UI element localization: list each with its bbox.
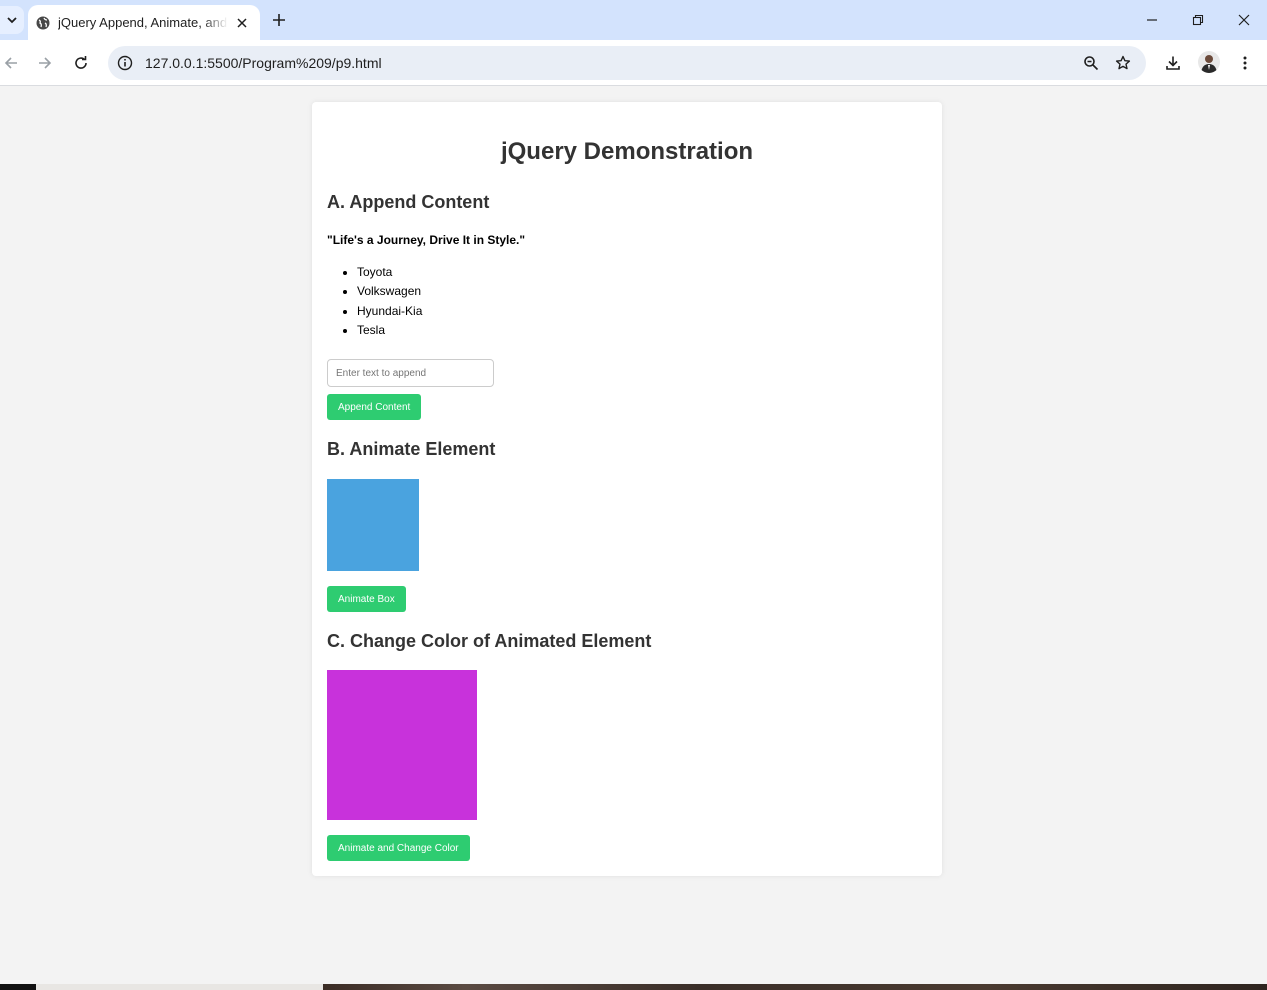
close-icon — [1238, 14, 1250, 26]
color-changing-box — [327, 670, 477, 820]
downloads-button[interactable] — [1162, 52, 1184, 74]
list-item: Tesla — [357, 321, 422, 340]
tab-search-button[interactable] — [0, 6, 24, 34]
site-info-icon[interactable] — [116, 54, 134, 72]
close-tab-icon[interactable] — [234, 15, 250, 31]
url-text: 127.0.0.1:5500/Program%209/p9.html — [145, 55, 382, 71]
section-c-heading: C. Change Color of Animated Element — [327, 631, 652, 651]
tab-strip: jQuery Append, Animate, and Change Color — [0, 0, 1267, 40]
more-vertical-icon — [1243, 56, 1247, 70]
chevron-down-icon — [7, 17, 17, 24]
globe-icon — [36, 16, 50, 30]
taskbar — [0, 984, 1267, 990]
list-item: Toyota — [357, 263, 422, 282]
animate-box-button[interactable]: Animate Box — [327, 586, 406, 612]
restore-button[interactable] — [1188, 10, 1208, 30]
address-bar[interactable]: 127.0.0.1:5500/Program%209/p9.html — [108, 46, 1146, 80]
list-item: Hyundai-Kia — [357, 302, 422, 321]
taskbar-segment — [323, 984, 1267, 990]
arrow-right-icon — [39, 57, 52, 69]
append-content-button[interactable]: Append Content — [327, 394, 422, 420]
restore-icon — [1192, 14, 1204, 26]
reload-button[interactable] — [70, 52, 92, 74]
browser-toolbar: 127.0.0.1:5500/Program%209/p9.html — [0, 40, 1267, 86]
minimize-button[interactable] — [1142, 10, 1162, 30]
taskbar-segment — [36, 984, 323, 990]
taskbar-segment — [0, 984, 36, 990]
append-text-input[interactable] — [327, 359, 494, 387]
minimize-icon — [1147, 19, 1157, 21]
reload-icon — [75, 56, 87, 69]
download-icon — [1166, 56, 1180, 70]
page-viewport: jQuery Demonstration A. Append Content "… — [0, 87, 1267, 984]
demo-container: jQuery Demonstration A. Append Content "… — [312, 102, 942, 876]
page-title: jQuery Demonstration — [500, 138, 754, 165]
arrow-left-icon — [4, 57, 17, 69]
profile-avatar[interactable] — [1198, 51, 1220, 73]
animate-change-color-button[interactable]: Animate and Change Color — [327, 835, 470, 861]
browser-tab[interactable]: jQuery Append, Animate, and Change Color — [28, 5, 260, 40]
forward-button[interactable] — [34, 52, 56, 74]
back-button[interactable] — [0, 52, 22, 74]
new-tab-button[interactable] — [269, 10, 289, 30]
zoom-icon[interactable] — [1082, 54, 1100, 72]
close-window-button[interactable] — [1234, 10, 1254, 30]
car-list: Toyota Volkswagen Hyundai-Kia Tesla — [357, 263, 422, 340]
quote-text: "Life's a Journey, Drive It in Style." — [327, 233, 526, 247]
list-item: Volkswagen — [357, 282, 422, 301]
section-a-heading: A. Append Content — [327, 192, 490, 212]
tab-title: jQuery Append, Animate, and Change Color — [58, 15, 228, 30]
bookmark-star-icon[interactable] — [1114, 54, 1132, 72]
animated-box — [327, 479, 419, 571]
section-b-heading: B. Animate Element — [327, 439, 496, 459]
browser-menu-button[interactable] — [1234, 52, 1256, 74]
plus-icon — [273, 14, 285, 26]
